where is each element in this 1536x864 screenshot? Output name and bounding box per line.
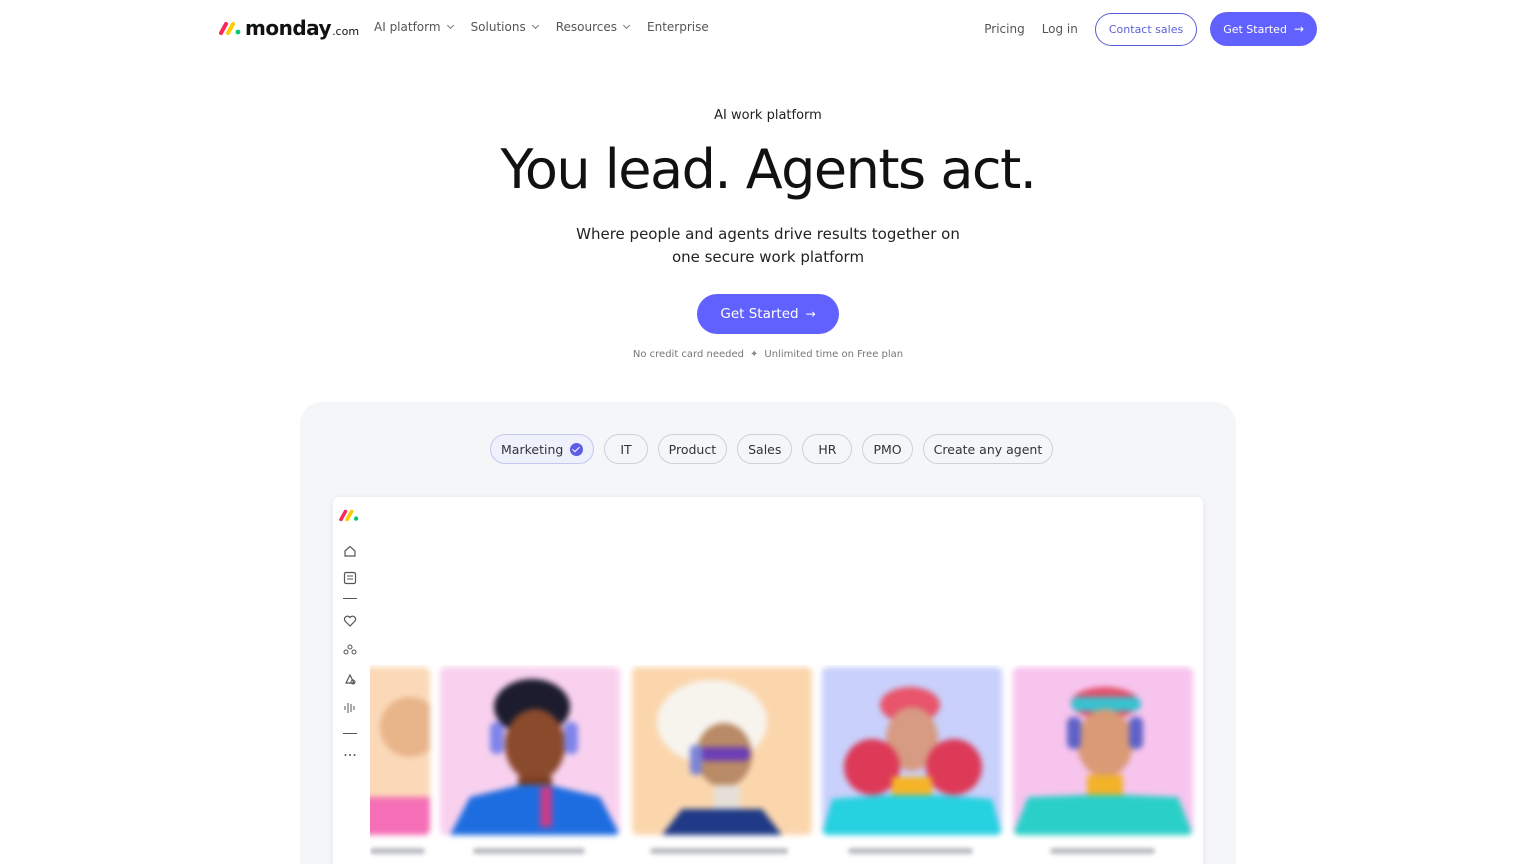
nav-get-started-button[interactable]: Get Started → [1210,12,1317,46]
hero-subline: Where people and agents drive results to… [576,225,960,266]
chip-label: Marketing [501,441,564,457]
logo-suffix: .com [332,24,360,38]
fine-print-free-plan: Unlimited time on Free plan [764,349,904,360]
contact-sales-label: Contact sales [1108,22,1184,36]
agent-card[interactable] [822,667,1002,835]
chip-label: Product [668,441,717,457]
chevron-down-icon [531,21,539,30]
sparkle-separator-icon: ✦ [750,349,759,360]
nav-ai-platform[interactable]: AI platform [374,20,454,34]
hero-eyebrow: AI work platform [714,108,822,123]
chevron-down-icon [622,21,631,30]
agent-card-caption [1050,848,1155,854]
hero-get-started-label: Get Started [720,306,799,322]
agent-card-caption [848,848,973,854]
chip-label: PMO [873,441,902,457]
chip-label: Create any agent [933,441,1043,457]
nav-actions: Pricing Log in Contact sales Get Started… [984,12,1317,46]
chip-label: IT [620,441,632,457]
top-navigation: monday .com AI platform Solutions Resour… [0,0,1536,58]
agent-card-caption [650,848,788,854]
nav-resources[interactable]: Resources [555,20,631,34]
nav-links: AI platform Solutions Resources Enterpri… [374,20,727,34]
agent-card[interactable] [632,667,812,835]
chip-label: HR [818,441,837,457]
heart-icon[interactable] [342,613,358,629]
monday-logo-icon [219,22,241,35]
agent-card[interactable] [370,667,430,835]
nav-enterprise[interactable]: Enterprise [647,20,709,34]
more-icon[interactable] [342,747,358,763]
chip-create-any-agent[interactable]: Create any agent [922,434,1054,464]
nav-get-started-label: Get Started [1223,22,1287,36]
agent-card[interactable] [1013,667,1193,835]
agent-card-caption [370,848,425,854]
arrow-right-icon: → [1293,22,1304,36]
nav-enterprise-label: Enterprise [647,20,709,34]
team-icon[interactable] [342,642,358,658]
nav-ai-platform-label: AI platform [374,20,441,34]
agent-avatar-image [370,697,430,835]
home-icon[interactable] [342,543,358,559]
agent-avatar-image [822,687,1002,835]
nav-login[interactable]: Log in [1042,22,1078,36]
apps-icon[interactable] [342,671,358,687]
hero-fine-print: No credit card needed ✦ Unlimited time on … [0,349,1536,360]
agent-cards-carousel [370,665,1203,864]
monday-logo[interactable]: monday .com [218,14,359,42]
department-chips: Marketing IT Product Sales HR PMO Create… [490,434,1054,464]
sidebar-divider [343,598,357,599]
arrow-right-icon: → [805,307,816,321]
nav-solutions[interactable]: Solutions [470,20,539,34]
nav-pricing[interactable]: Pricing [984,22,1024,36]
app-sidebar [333,497,369,864]
chip-pmo[interactable]: PMO [862,434,913,464]
audio-icon[interactable] [342,700,358,716]
agent-avatar-image [450,679,620,835]
hero-get-started-button[interactable]: Get Started → [697,294,839,334]
chip-sales[interactable]: Sales [737,434,793,464]
chip-product[interactable]: Product [657,434,728,464]
chip-it[interactable]: IT [604,434,648,464]
chevron-down-icon [446,21,454,30]
agent-avatar-image [1013,687,1193,835]
chip-label: Sales [748,441,782,457]
fine-print-no-card: No credit card needed [632,349,744,360]
monday-logo-icon [339,509,359,522]
calendar-icon[interactable] [342,570,358,586]
sidebar-divider [343,733,357,734]
nav-solutions-label: Solutions [470,20,526,34]
chip-marketing[interactable]: Marketing [490,434,595,464]
agent-card[interactable] [440,667,620,835]
chip-hr[interactable]: HR [802,434,853,464]
check-circle-icon [570,442,584,456]
nav-resources-label: Resources [555,20,617,34]
contact-sales-button[interactable]: Contact sales [1094,12,1198,46]
app-preview-window [333,497,1203,864]
hero-headline: You lead. Agents act. [500,138,1037,201]
agent-avatar-image [657,680,782,835]
logo-wordmark: monday [245,16,332,40]
agent-card-caption [473,848,585,854]
